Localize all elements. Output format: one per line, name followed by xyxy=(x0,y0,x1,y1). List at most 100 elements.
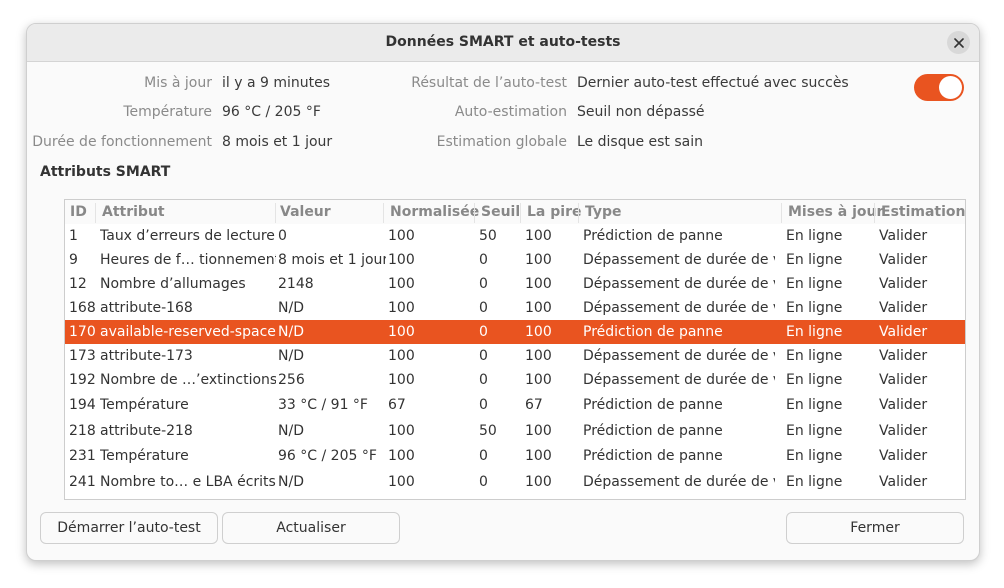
toggle-knob xyxy=(939,76,962,99)
column-separator xyxy=(275,203,276,223)
cell-worst: 100 xyxy=(525,228,552,244)
cell-threshold: 0 xyxy=(479,372,488,388)
cell-normalized: 100 xyxy=(388,348,415,364)
cell-updates: En ligne xyxy=(786,228,843,244)
column-separator xyxy=(578,203,579,223)
cell-worst: 100 xyxy=(525,324,552,340)
cell-updates: En ligne xyxy=(786,276,843,292)
cell-value: N/D xyxy=(278,348,304,364)
column-header-normalized[interactable]: Normalisée xyxy=(390,204,479,220)
table-row[interactable]: 218 attribute-218 N/D 100 50 100 Prédiction de… xyxy=(65,419,965,443)
titlebar: Données SMART et auto-tests xyxy=(27,24,979,62)
table-row[interactable]: 170 available-reserved-space N/D 100 0 100 Pré… xyxy=(65,320,965,344)
cell-threshold: 0 xyxy=(479,397,488,413)
cell-value: N/D xyxy=(278,474,304,490)
cell-attribute: Nombre de …’extinctions xyxy=(100,372,276,388)
cell-assessment: Valider xyxy=(879,397,928,413)
cell-assessment: Valider xyxy=(879,372,928,388)
column-header-value[interactable]: Valeur xyxy=(280,204,331,220)
cell-normalized: 100 xyxy=(388,372,415,388)
overall-assessment-value: Le disque est sain xyxy=(577,134,703,150)
table-row[interactable]: 168 attribute-168 N/D 100 0 100 Dépassement de… xyxy=(65,296,965,320)
cell-attribute: Taux d’erreurs de lecture xyxy=(100,228,275,244)
cell-value: 96 °C / 205 °F xyxy=(278,448,377,464)
cell-attribute: Heures de f… tionnement xyxy=(100,252,276,268)
cell-threshold: 0 xyxy=(479,276,488,292)
cell-normalized: 100 xyxy=(388,448,415,464)
cell-value: 256 xyxy=(278,372,305,388)
cell-worst: 100 xyxy=(525,276,552,292)
table-row[interactable]: 192 Nombre de …’extinctions 256 100 0 100 Dépa… xyxy=(65,368,965,392)
smart-enabled-toggle[interactable] xyxy=(914,74,964,101)
cell-type: Dépassement de durée de vie xyxy=(583,252,775,268)
cell-attribute: Nombre d’allumages xyxy=(100,276,246,292)
table-row[interactable]: 1 Taux d’erreurs de lecture 0 100 50 100 Prédi… xyxy=(65,224,965,248)
cell-type: Dépassement de durée de vie xyxy=(583,474,775,490)
cell-normalized: 100 xyxy=(388,324,415,340)
cell-attribute: attribute-173 xyxy=(100,348,193,364)
table-header: ID Attribut Valeur Normalisée Seuil La pire Ty… xyxy=(65,200,965,224)
column-header-updates[interactable]: Mises à jour xyxy=(788,204,883,220)
overall-assessment-label: Estimation globale xyxy=(436,134,567,150)
cell-worst: 100 xyxy=(525,348,552,364)
cell-type: Dépassement de durée de vie xyxy=(583,348,775,364)
cell-type: Dépassement de durée de vie xyxy=(583,276,775,292)
table-row[interactable]: 12 Nombre d’allumages 2148 100 0 100 Dépasseme… xyxy=(65,272,965,296)
cell-assessment: Valider xyxy=(879,300,928,316)
cell-value: N/D xyxy=(278,324,304,340)
cell-normalized: 100 xyxy=(388,276,415,292)
updated-value: il y a 9 minutes xyxy=(222,75,331,91)
column-separator xyxy=(95,203,96,223)
cell-worst: 67 xyxy=(525,397,543,413)
close-window-button[interactable] xyxy=(947,31,970,54)
cell-value: 33 °C / 91 °F xyxy=(278,397,368,413)
cell-attribute: Température xyxy=(100,448,189,464)
cell-normalized: 100 xyxy=(388,474,415,490)
cell-type: Dépassement de durée de vie xyxy=(583,300,775,316)
cell-threshold: 0 xyxy=(479,324,488,340)
selftest-result-label: Résultat de l’auto-test xyxy=(411,75,567,91)
smart-attributes-heading: Attributs SMART xyxy=(40,164,171,180)
column-header-type[interactable]: Type xyxy=(585,204,622,220)
cell-assessment: Valider xyxy=(879,324,928,340)
cell-updates: En ligne xyxy=(786,397,843,413)
refresh-button[interactable]: Actualiser xyxy=(222,512,400,544)
table-row[interactable]: 194 Température 33 °C / 91 °F 67 0 67 Prédicti… xyxy=(65,393,965,417)
selftest-result-value: Dernier auto-test effectué avec succès xyxy=(577,75,849,91)
dialog-title: Données SMART et auto-tests xyxy=(385,34,621,50)
cell-worst: 100 xyxy=(525,372,552,388)
cell-worst: 100 xyxy=(525,474,552,490)
cell-worst: 100 xyxy=(525,252,552,268)
close-button[interactable]: Fermer xyxy=(786,512,964,544)
column-separator xyxy=(474,203,475,223)
column-header-attribute[interactable]: Attribut xyxy=(102,204,165,220)
cell-assessment: Valider xyxy=(879,276,928,292)
table-row[interactable]: 173 attribute-173 N/D 100 0 100 Dépassement de… xyxy=(65,344,965,368)
table-row[interactable]: 231 Température 96 °C / 205 °F 100 0 100 Prédi… xyxy=(65,444,965,468)
cell-type: Prédiction de panne xyxy=(583,397,723,413)
close-icon xyxy=(953,37,964,48)
start-selftest-button[interactable]: Démarrer l’auto-test xyxy=(40,512,218,544)
column-header-id[interactable]: ID xyxy=(70,204,87,220)
cell-type: Prédiction de panne xyxy=(583,228,723,244)
cell-worst: 100 xyxy=(525,300,552,316)
table-row[interactable]: 9 Heures de f… tionnement 8 mois et 1 jour… xyxy=(65,248,965,272)
column-separator xyxy=(874,203,875,223)
column-header-threshold[interactable]: Seuil xyxy=(481,204,520,220)
cell-threshold: 0 xyxy=(479,300,488,316)
column-header-assessment[interactable]: Estimation xyxy=(881,204,965,220)
cell-updates: En ligne xyxy=(786,423,843,439)
cell-updates: En ligne xyxy=(786,324,843,340)
cell-normalized: 100 xyxy=(388,228,415,244)
cell-attribute: Nombre to… e LBA écrits xyxy=(100,474,276,490)
smart-attributes-table[interactable]: ID Attribut Valeur Normalisée Seuil La pire Ty… xyxy=(64,199,966,500)
cell-updates: En ligne xyxy=(786,474,843,490)
column-header-worst[interactable]: La pire xyxy=(527,204,581,220)
cell-id: 1 xyxy=(69,228,78,244)
table-row[interactable]: 241 Nombre to… e LBA écrits N/D 100 0 100 Dépa… xyxy=(65,470,965,494)
cell-updates: En ligne xyxy=(786,252,843,268)
cell-value: 0 xyxy=(278,228,287,244)
cell-value: N/D xyxy=(278,423,304,439)
cell-type: Dépassement de durée de vie xyxy=(583,372,775,388)
cell-assessment: Valider xyxy=(879,448,928,464)
